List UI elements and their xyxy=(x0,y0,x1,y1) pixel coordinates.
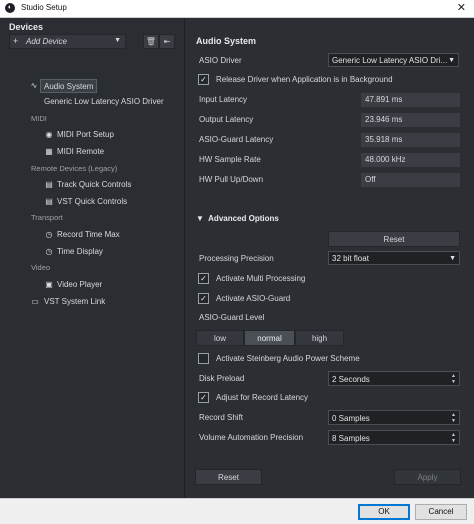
group-video: Video xyxy=(31,263,51,272)
tree-item-midi-port-setup[interactable]: MIDI Port Setup xyxy=(57,128,114,142)
advanced-options-toggle[interactable]: ▼ Advanced Options xyxy=(196,214,279,223)
output-latency-value: 23.946 ms xyxy=(361,113,460,127)
power-scheme-label: Activate Steinberg Audio Power Scheme xyxy=(216,354,360,363)
asio-guard-latency-label: ASIO-Guard Latency xyxy=(199,135,274,144)
record-shift-label: Record Shift xyxy=(199,413,244,422)
tree-item-record-time-max[interactable]: Record Time Max xyxy=(57,228,120,242)
tree-item-audio-system[interactable]: Audio System xyxy=(40,79,98,93)
chevron-down-icon: ▼ xyxy=(114,37,121,44)
clock-icon: ◷ xyxy=(45,230,53,239)
asio-guard-level-label: ASIO-Guard Level xyxy=(199,313,265,322)
triangle-down-icon: ▼ xyxy=(196,214,204,223)
delete-device-button[interactable]: 🗑 xyxy=(143,34,159,49)
window-title: Studio Setup xyxy=(21,3,67,12)
stepper-arrows-icon[interactable]: ▲ ▼ xyxy=(451,432,456,444)
chevron-down-icon: ▼ xyxy=(449,255,456,262)
advanced-options-title: Advanced Options xyxy=(208,214,279,223)
controls-icon: ▤ xyxy=(45,180,53,189)
monitor-icon: ▭ xyxy=(31,297,39,306)
asio-driver-value: Generic Low Latency ASIO Dri... xyxy=(332,56,448,65)
tree-item-video-player[interactable]: Video Player xyxy=(57,278,102,292)
sample-rate-label: HW Sample Rate xyxy=(199,155,261,164)
window-close-button[interactable]: ✕ xyxy=(457,1,466,14)
level-low-button[interactable]: low xyxy=(196,330,244,346)
release-driver-checkbox[interactable]: ✓ xyxy=(198,74,209,85)
add-device-dropdown[interactable]: + Add Device ▼ xyxy=(9,34,126,49)
sample-rate-value: 48.000 kHz xyxy=(361,153,460,167)
processing-precision-select[interactable]: 32 bit float ▼ xyxy=(328,251,460,265)
reset-button-bottom[interactable]: Reset xyxy=(195,469,262,485)
level-normal-button[interactable]: normal xyxy=(244,330,295,346)
audio-system-title: Audio System xyxy=(196,36,257,46)
ok-button[interactable]: OK xyxy=(358,504,410,520)
tree-item-vst-quick-controls[interactable]: VST Quick Controls xyxy=(57,195,127,209)
disk-preload-value: 2 Seconds xyxy=(332,375,370,384)
group-remote-devices: Remote Devices (Legacy) xyxy=(31,164,118,173)
pull-value: Off xyxy=(361,173,460,187)
volume-precision-value: 8 Samples xyxy=(332,434,370,443)
processing-precision-value: 32 bit float xyxy=(332,254,369,263)
plus-icon: + xyxy=(13,36,19,46)
input-latency-value: 47.891 ms xyxy=(361,93,460,107)
waveform-icon: ∿ xyxy=(30,81,38,90)
volume-precision-label: Volume Automation Precision xyxy=(199,433,304,442)
adjust-latency-label: Adjust for Record Latency xyxy=(216,393,309,402)
chevron-down-icon: ▼ xyxy=(448,57,455,64)
collapse-icon: ⇤ xyxy=(163,37,171,46)
asio-driver-select[interactable]: Generic Low Latency ASIO Dri... ▼ xyxy=(328,53,459,67)
adjust-latency-checkbox[interactable]: ✓ xyxy=(198,392,209,403)
group-midi: MIDI xyxy=(31,114,47,123)
devices-title: Devices xyxy=(9,22,44,32)
asio-guard-label: Activate ASIO-Guard xyxy=(216,294,291,303)
asio-driver-label: ASIO Driver xyxy=(199,56,242,65)
disk-preload-label: Disk Preload xyxy=(199,374,245,383)
midi-remote-icon: ▦ xyxy=(45,147,53,156)
cancel-button[interactable]: Cancel xyxy=(415,504,467,520)
stepper-arrows-icon[interactable]: ▲ ▼ xyxy=(451,373,456,385)
stepper-arrows-icon[interactable]: ▲ ▼ xyxy=(451,412,456,424)
record-shift-stepper[interactable]: 0 Samples ▲ ▼ xyxy=(328,410,460,425)
release-driver-label: Release Driver when Application is in Ba… xyxy=(216,75,393,84)
controls-icon: ▤ xyxy=(45,197,53,206)
video-icon: ▣ xyxy=(45,280,53,289)
tree-item-vst-system-link[interactable]: VST System Link xyxy=(44,295,105,309)
add-device-label: Add Device xyxy=(26,37,67,46)
record-shift-value: 0 Samples xyxy=(332,414,370,423)
title-bar: ◐ Studio Setup ✕ xyxy=(0,0,474,18)
tree-item-asio-driver[interactable]: Generic Low Latency ASIO Driver xyxy=(44,95,164,109)
pull-label: HW Pull Up/Down xyxy=(199,175,264,184)
input-latency-label: Input Latency xyxy=(199,95,248,104)
asio-guard-checkbox[interactable]: ✓ xyxy=(198,293,209,304)
level-high-button[interactable]: high xyxy=(295,330,344,346)
cubase-app-icon: ◐ xyxy=(5,3,15,13)
tree-item-track-quick-controls[interactable]: Track Quick Controls xyxy=(57,178,131,192)
midi-port-icon: ◉ xyxy=(45,130,53,139)
group-transport: Transport xyxy=(31,213,63,222)
reset-button-top[interactable]: Reset xyxy=(328,231,460,247)
clock-icon: ◷ xyxy=(45,247,53,256)
power-scheme-checkbox[interactable] xyxy=(198,353,209,364)
processing-precision-label: Processing Precision xyxy=(199,254,274,263)
tree-item-time-display[interactable]: Time Display xyxy=(57,245,103,259)
asio-guard-latency-value: 35.918 ms xyxy=(361,133,460,147)
tree-item-midi-remote[interactable]: MIDI Remote xyxy=(57,145,104,159)
multi-processing-label: Activate Multi Processing xyxy=(216,274,306,283)
output-latency-label: Output Latency xyxy=(199,115,254,124)
volume-precision-stepper[interactable]: 8 Samples ▲ ▼ xyxy=(328,430,460,445)
disk-preload-stepper[interactable]: 2 Seconds ▲ ▼ xyxy=(328,371,460,386)
multi-processing-checkbox[interactable]: ✓ xyxy=(198,273,209,284)
apply-button[interactable]: Apply xyxy=(394,469,461,485)
collapse-tree-button[interactable]: ⇤ xyxy=(159,34,175,49)
trash-icon: 🗑 xyxy=(145,37,157,46)
